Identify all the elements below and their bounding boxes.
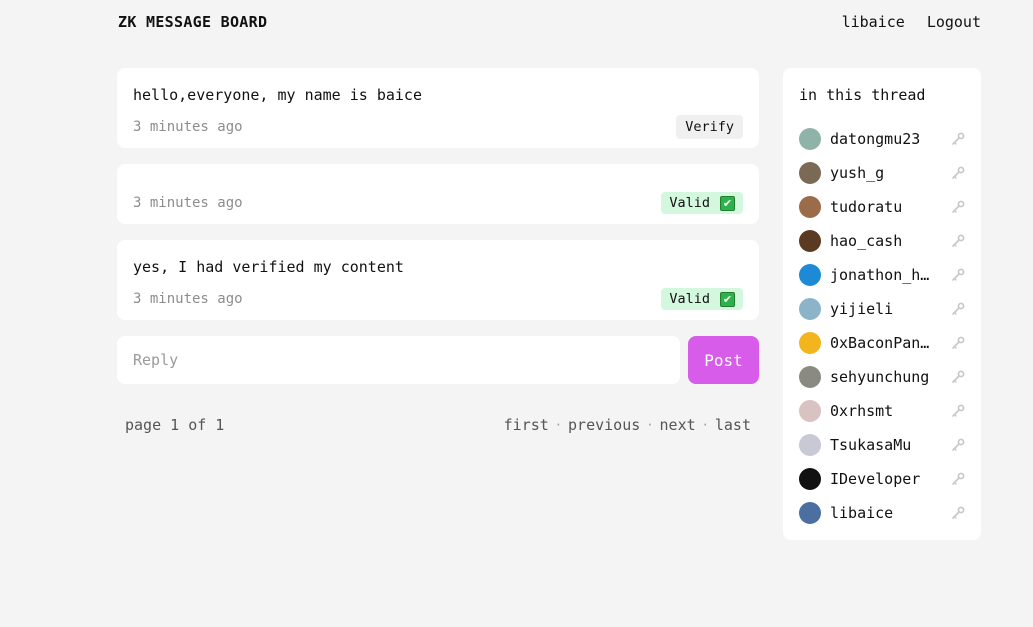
valid-badge: Valid ✔ — [661, 288, 743, 310]
key-icon — [952, 166, 965, 179]
valid-badge: Valid ✔ — [661, 192, 743, 214]
participant-name: yijieli — [830, 300, 894, 318]
key-icon — [952, 336, 965, 349]
separator: · — [646, 418, 654, 432]
participant-name: jonathon_h… — [830, 266, 930, 284]
participant-item[interactable]: libaice — [799, 496, 965, 530]
reply-input[interactable] — [117, 336, 680, 384]
key-icon — [952, 268, 965, 281]
app-title: ZK MESSAGE BOARD — [118, 13, 268, 31]
separator: · — [554, 418, 563, 432]
participant-item[interactable]: IDeveloper — [799, 462, 965, 496]
key-icon — [952, 472, 965, 485]
key-icon — [952, 506, 965, 519]
key-icon — [952, 234, 965, 247]
top-nav: libaice Logout — [842, 13, 981, 31]
participant-item[interactable]: TsukasaMu — [799, 428, 965, 462]
participant-name: hao_cash — [830, 232, 903, 250]
key-icon — [952, 200, 965, 213]
key-icon — [952, 404, 965, 417]
message-text: hello,everyone, my name is baice — [133, 86, 422, 104]
message-list: hello,everyone, my name is baice 3 minut… — [117, 68, 759, 434]
participant-name: tudoratu — [830, 198, 903, 216]
key-icon — [952, 302, 965, 315]
participant-name: 0xBaconPan… — [830, 334, 930, 352]
avatar — [799, 128, 821, 150]
page-status: page 1 of 1 — [125, 416, 225, 434]
avatar — [799, 298, 821, 320]
participant-name: sehyunchung — [830, 368, 930, 386]
valid-label: Valid — [669, 291, 710, 307]
post-button[interactable]: Post — [688, 336, 759, 384]
avatar — [799, 366, 821, 388]
participant-item[interactable]: sehyunchung — [799, 360, 965, 394]
avatar — [799, 230, 821, 252]
user-list: datongmu23 yush_g tudoratu hao_cash jonathon… — [799, 122, 965, 530]
message-time: 3 minutes ago — [133, 291, 243, 307]
message-time: 3 minutes ago — [133, 195, 243, 211]
first-page-link[interactable]: first — [504, 416, 549, 434]
message-time: 3 minutes ago — [133, 119, 243, 135]
participant-name: datongmu23 — [830, 130, 921, 148]
participant-item[interactable]: datongmu23 — [799, 122, 965, 156]
participant-item[interactable]: yijieli — [799, 292, 965, 326]
participant-item[interactable]: 0xBaconPan… — [799, 326, 965, 360]
message-card: 3 minutes ago Valid ✔ — [117, 164, 759, 224]
key-icon — [952, 370, 965, 383]
valid-label: Valid — [669, 195, 710, 211]
participant-item[interactable]: yush_g — [799, 156, 965, 190]
logout-link[interactable]: Logout — [927, 13, 981, 31]
thread-participants: in this thread datongmu23 yush_g tudoratu h… — [783, 68, 981, 540]
avatar — [799, 502, 821, 524]
avatar — [799, 162, 821, 184]
avatar — [799, 468, 821, 490]
sidebar-title: in this thread — [799, 86, 926, 104]
participant-item[interactable]: 0xrhsmt — [799, 394, 965, 428]
avatar — [799, 332, 821, 354]
message-card: yes, I had verified my content 3 minutes… — [117, 240, 759, 320]
participant-name: yush_g — [830, 164, 885, 182]
participant-name: 0xrhsmt — [830, 402, 894, 420]
message-card: hello,everyone, my name is baice 3 minut… — [117, 68, 759, 148]
verify-button[interactable]: Verify — [676, 115, 743, 139]
key-icon — [952, 132, 965, 145]
header: ZK MESSAGE BOARD libaice Logout — [0, 0, 1033, 46]
key-icon — [952, 438, 965, 451]
avatar — [799, 400, 821, 422]
participant-name: libaice — [830, 504, 894, 522]
next-page-link[interactable]: next — [660, 416, 696, 434]
previous-page-link[interactable]: previous — [568, 416, 640, 434]
participant-name: IDeveloper — [830, 470, 921, 488]
participant-item[interactable]: tudoratu — [799, 190, 965, 224]
username-link[interactable]: libaice — [842, 13, 905, 31]
avatar — [799, 434, 821, 456]
check-icon: ✔ — [720, 195, 735, 211]
avatar — [799, 264, 821, 286]
message-text: yes, I had verified my content — [133, 258, 404, 276]
pagination: page 1 of 1 first · previous · next · la… — [117, 416, 759, 434]
reply-row: Post — [117, 336, 759, 384]
avatar — [799, 196, 821, 218]
participant-item[interactable]: jonathon_h… — [799, 258, 965, 292]
last-page-link[interactable]: last — [715, 416, 751, 434]
participant-item[interactable]: hao_cash — [799, 224, 965, 258]
check-icon: ✔ — [720, 291, 735, 307]
separator: · — [701, 418, 709, 432]
participant-name: TsukasaMu — [830, 436, 912, 454]
